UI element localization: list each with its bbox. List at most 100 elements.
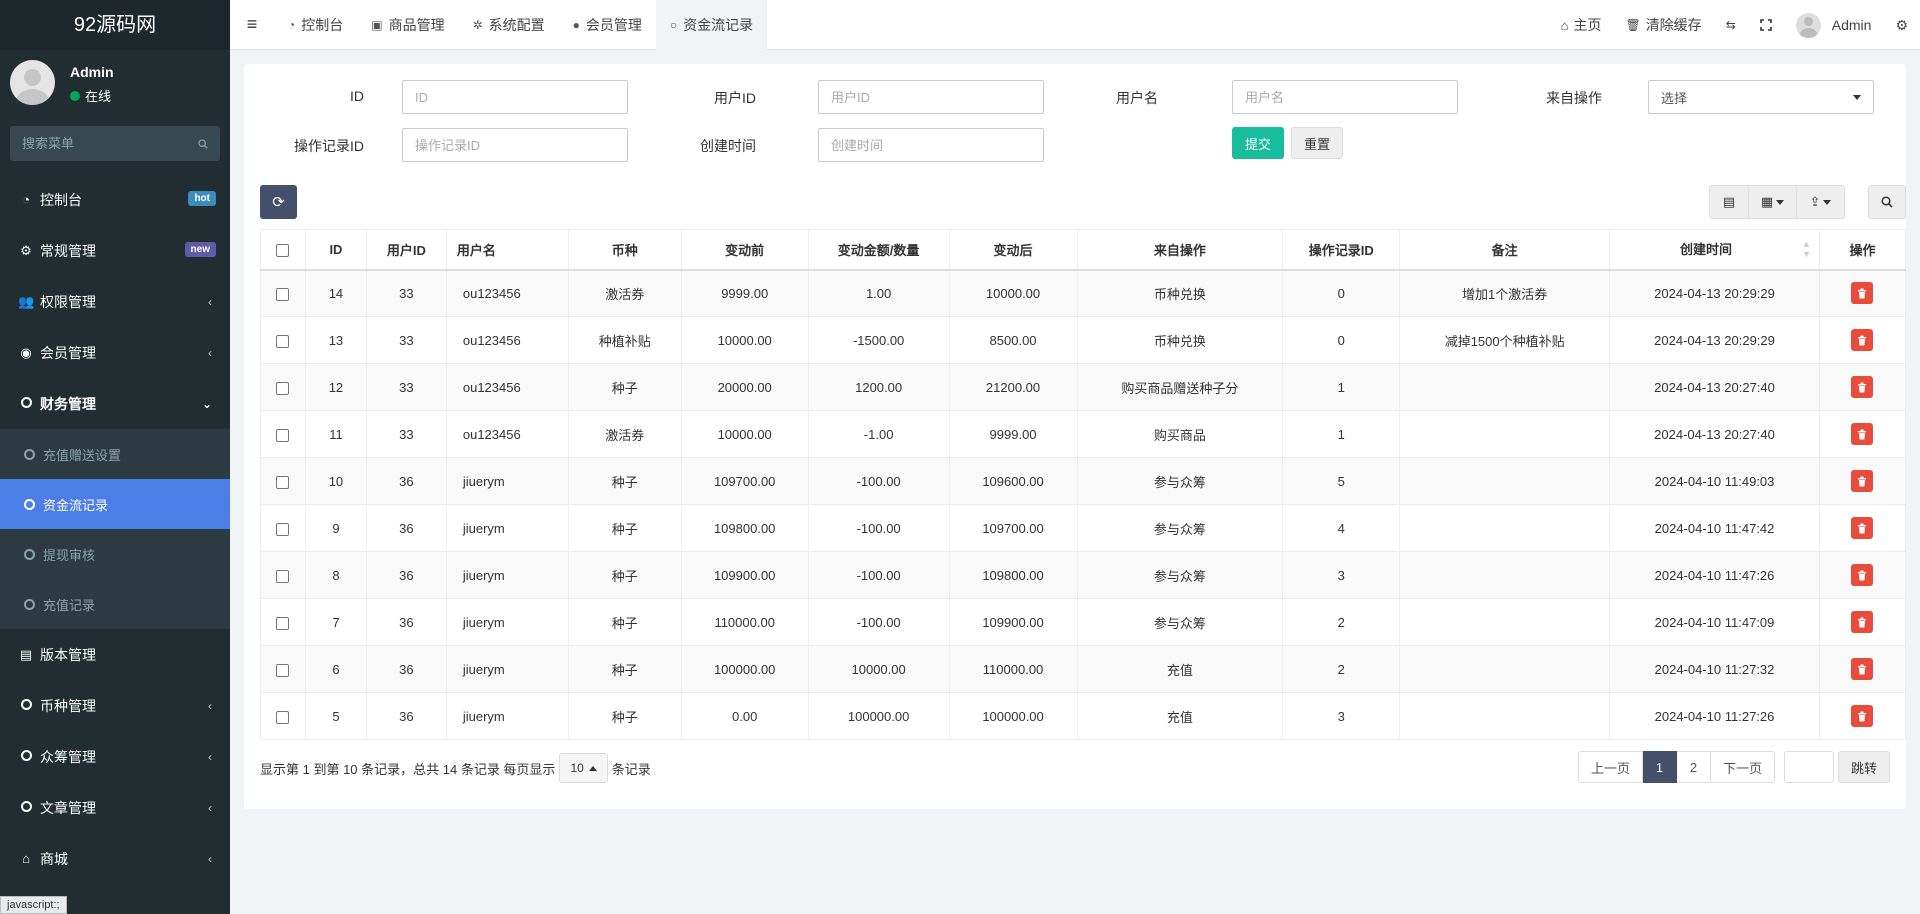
page-size-dropdown[interactable]: 10 (559, 753, 608, 783)
delete-button[interactable] (1851, 517, 1874, 539)
row-checkbox[interactable] (276, 663, 290, 677)
row-select-cell[interactable] (260, 316, 306, 364)
cell-user-id: 33 (365, 363, 447, 411)
page-jump-button[interactable]: 跳转 (1838, 751, 1890, 783)
user-avatar (10, 60, 55, 105)
cell-username: jiuerym (445, 457, 569, 505)
row-select-cell[interactable] (260, 457, 306, 505)
row-checkbox[interactable] (276, 334, 290, 348)
app-logo[interactable]: 92源码网 (0, 0, 230, 50)
select-all-cell[interactable] (260, 229, 306, 271)
row-checkbox[interactable] (276, 522, 290, 536)
prev-page-button[interactable]: 上一页 (1578, 751, 1644, 783)
user-menu[interactable]: Admin (1784, 12, 1884, 38)
sidebar-item-withdraw-review[interactable]: 提现审核 (0, 529, 230, 579)
sidebar-item-dashboard[interactable]: ◔ 控制台 hot (0, 174, 230, 225)
sidebar-item-recharge-records[interactable]: 充值记录 (0, 579, 230, 629)
delete-button[interactable] (1851, 470, 1874, 492)
row-select-cell[interactable] (260, 645, 306, 693)
row-checkbox[interactable] (276, 616, 290, 630)
tab-dashboard[interactable]: ◔ 控制台 (274, 0, 357, 50)
col-before[interactable]: 变动前 (680, 229, 809, 271)
delete-button[interactable] (1851, 329, 1874, 351)
next-page-button[interactable]: 下一页 (1711, 751, 1776, 783)
select-all-checkbox[interactable] (276, 243, 290, 257)
sidebar-item-mall[interactable]: ⌂ 商城 ‹ (0, 833, 230, 884)
sidebar-item-versions[interactable]: ▤ 版本管理 (0, 629, 230, 680)
refresh-button[interactable]: ⟳ (260, 185, 297, 219)
delete-button[interactable] (1851, 282, 1874, 305)
sidebar-item-currency[interactable]: 币种管理 ‹ (0, 680, 230, 731)
col-id[interactable]: ID (304, 229, 367, 271)
col-change[interactable]: 变动金额/数量 (807, 229, 950, 271)
filter-user-id-input[interactable] (818, 80, 1044, 114)
tab-fund-flow[interactable]: ○ 资金流记录 (655, 0, 768, 50)
row-checkbox[interactable] (276, 428, 290, 442)
menu-search-input[interactable] (22, 136, 198, 151)
sidebar-item-crowdfunding[interactable]: 众筹管理 ‹ (0, 731, 230, 782)
sidebar-subitem-label: 提现审核 (43, 547, 96, 563)
row-checkbox[interactable] (276, 381, 290, 395)
tab-system-config[interactable]: ✲ 系统配置 (459, 0, 559, 50)
row-select-cell[interactable] (260, 598, 306, 646)
menu-toggle-icon[interactable]: ≡ (230, 14, 274, 35)
delete-button[interactable] (1851, 705, 1874, 727)
row-checkbox[interactable] (276, 710, 290, 724)
col-from-op[interactable]: 来自操作 (1076, 229, 1283, 271)
page-1-button[interactable]: 1 (1643, 751, 1678, 783)
toggle-view-button[interactable]: ▤ (1709, 185, 1749, 219)
col-after[interactable]: 变动后 (948, 229, 1078, 271)
table-search-button[interactable] (1868, 185, 1906, 219)
filter-op-record-id-input[interactable] (402, 128, 628, 162)
filter-created-input[interactable] (818, 128, 1044, 162)
row-checkbox[interactable] (276, 475, 290, 489)
language-button[interactable]: ⇆ (1714, 18, 1748, 32)
row-select-cell[interactable] (260, 692, 306, 740)
tab-members[interactable]: ● 会员管理 (559, 0, 656, 50)
delete-button[interactable] (1851, 658, 1874, 680)
submit-button[interactable]: 提交 (1232, 127, 1284, 159)
reset-button[interactable]: 重置 (1291, 127, 1343, 159)
row-select-cell[interactable] (260, 269, 306, 317)
delete-button[interactable] (1851, 564, 1874, 586)
row-select-cell[interactable] (260, 504, 306, 552)
col-user-id[interactable]: 用户ID (365, 229, 447, 271)
delete-button[interactable] (1851, 423, 1874, 445)
clear-cache-button[interactable]: 🗑 清除缓存 (1613, 15, 1713, 35)
row-checkbox[interactable] (276, 569, 290, 583)
sidebar-item-general[interactable]: ⚙ 常规管理 new (0, 225, 230, 276)
sidebar-item-fund-flow[interactable]: 资金流记录 (0, 479, 230, 529)
search-icon[interactable] (198, 138, 208, 150)
delete-button[interactable] (1851, 611, 1874, 633)
page-2-button[interactable]: 2 (1677, 751, 1712, 783)
sidebar-item-members[interactable]: ◉ 会员管理 ‹ (0, 327, 230, 378)
delete-button[interactable] (1851, 376, 1874, 398)
page-jump-input[interactable] (1784, 751, 1834, 783)
row-checkbox[interactable] (276, 287, 290, 301)
filter-username-input[interactable] (1232, 80, 1458, 114)
row-select-cell[interactable] (260, 410, 306, 458)
home-link[interactable]: ⌂ 主页 (1549, 15, 1614, 35)
tab-products[interactable]: ▣ 商品管理 (357, 0, 458, 50)
sidebar-item-permissions[interactable]: 👥 权限管理 ‹ (0, 276, 230, 327)
col-created[interactable]: 创建时间 ▲ ▼ (1609, 229, 1820, 271)
sort-icon[interactable]: ▲ ▼ (1802, 239, 1811, 259)
filter-from-op-select[interactable]: 选择 (1648, 80, 1874, 114)
col-remark[interactable]: 备注 (1399, 229, 1610, 271)
row-select-cell[interactable] (260, 551, 306, 599)
col-currency[interactable]: 币种 (567, 229, 682, 271)
sidebar-item-recharge-bonus[interactable]: 充值赠送设置 (0, 429, 230, 479)
settings-button[interactable]: ⚙ (1883, 17, 1920, 34)
cell-after: 21200.00 (948, 363, 1078, 411)
cogs-icon: ⚙ (20, 242, 32, 258)
sidebar-item-finance[interactable]: 财务管理 ⌄ (0, 378, 230, 429)
cell-currency: 激活券 (567, 269, 682, 317)
columns-button[interactable]: ▦ (1749, 185, 1797, 219)
col-username[interactable]: 用户名 (445, 229, 569, 271)
col-op-record-id[interactable]: 操作记录ID (1282, 229, 1400, 271)
row-select-cell[interactable] (260, 363, 306, 411)
fullscreen-button[interactable] (1748, 19, 1784, 31)
sidebar-item-articles[interactable]: 文章管理 ‹ (0, 782, 230, 833)
filter-id-input[interactable] (402, 80, 628, 114)
export-button[interactable]: ⇪ (1797, 185, 1845, 219)
